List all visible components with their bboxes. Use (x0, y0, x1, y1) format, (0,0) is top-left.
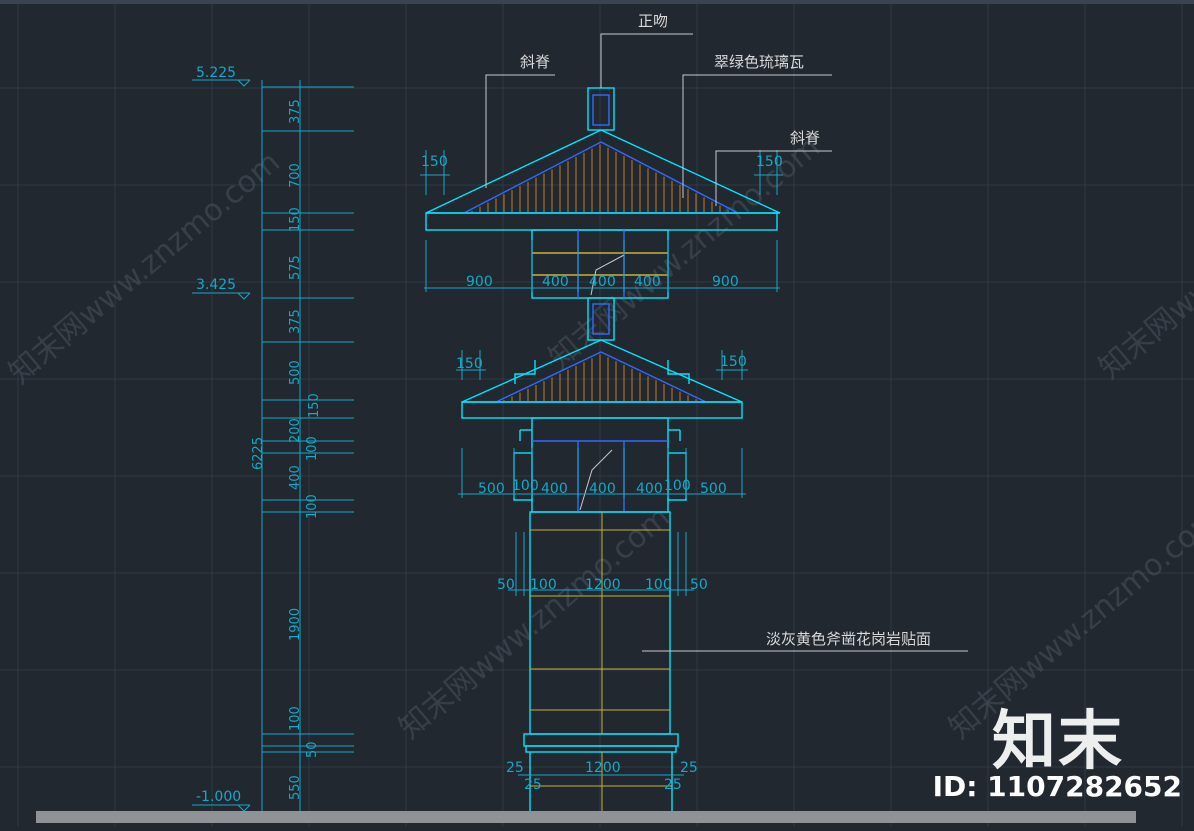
horizontal-scrollbar[interactable] (36, 811, 1136, 823)
hdim-mroof-0: 150 (456, 356, 483, 372)
vdim-7: 200 (288, 418, 303, 443)
watermark-diagonal-2: 知末网www.znzmo.com (393, 500, 677, 746)
hdim-base-1: 1200 (585, 760, 621, 776)
vdim-6: 150 (307, 393, 322, 418)
annotation-hip-left: 斜脊 (520, 53, 550, 71)
vdim-4: 375 (288, 309, 303, 334)
hdim-base-0: 25 (506, 760, 524, 776)
watermark-diagonal-1: 知末网www.znzmo.com (3, 145, 287, 391)
hdim-mid-0: 500 (478, 481, 505, 497)
hdim-mid-1: 100 (512, 478, 539, 494)
vdim-0: 375 (288, 99, 303, 124)
hdim-mid-4: 400 (636, 481, 663, 497)
hdim-base-2: 25 (680, 760, 698, 776)
vdim-5: 500 (288, 360, 303, 385)
finial-top (587, 87, 615, 131)
hdim-basesub-1: 25 (664, 777, 682, 793)
hdim-upper-0: 900 (466, 274, 493, 290)
cad-canvas[interactable]: 知末网www.znzmo.com 知末网www.znzmo.com 知末网www… (0, 0, 1194, 827)
elevation-middle: 3.425 (196, 277, 236, 293)
elevation-top: 5.225 (196, 65, 236, 81)
annotation-tile-note: 翠绿色琉璃瓦 (714, 53, 804, 71)
hdim-mid-2: 400 (541, 481, 568, 497)
annotation-hip-right: 斜脊 (790, 129, 820, 147)
upper-roof-tiles (471, 144, 737, 214)
annotation-cladding: 淡灰黄色斧凿花岗岩贴面 (766, 630, 931, 648)
watermark-diagonal-5: 知末网www.znzmo.com (1093, 140, 1194, 386)
hdim-uroof-1: 150 (756, 154, 783, 170)
vdim-3: 575 (288, 255, 303, 280)
hdim-shaft-4: 50 (690, 577, 708, 593)
hdim-mroof-1: 150 (720, 354, 747, 370)
top-border (0, 0, 1194, 4)
vdim-12: 100 (288, 706, 303, 731)
vdim-9: 400 (288, 465, 303, 490)
dim-total: 6225 (251, 437, 266, 470)
vdim-2: 150 (288, 207, 303, 232)
vdim-8: 100 (305, 436, 320, 461)
vdim-13: 50 (305, 741, 320, 758)
vdim-11: 1900 (288, 608, 303, 641)
hdim-mid-5: 100 (664, 478, 691, 494)
hdim-mid-6: 500 (700, 481, 727, 497)
diagonal-watermarks: 知末网www.znzmo.com 知末网www.znzmo.com 知末网www… (3, 130, 1194, 746)
vdim-1: 700 (288, 163, 303, 188)
hdim-shaft-2: 1200 (585, 577, 621, 593)
hdim-upper-1: 400 (542, 274, 569, 290)
hdim-upper-4: 900 (712, 274, 739, 290)
vdim-10: 100 (305, 494, 320, 519)
hdim-uroof-0: 150 (421, 154, 448, 170)
hdim-upper-2: 400 (589, 274, 616, 290)
hdim-mid-3: 400 (589, 481, 616, 497)
hdim-shaft-0: 50 (497, 577, 515, 593)
hdim-shaft-3: 100 (645, 577, 672, 593)
watermark-id: ID: 1107282652 (932, 770, 1182, 803)
vdim-14: 550 (288, 775, 303, 800)
annotation-ridge-top: 正吻 (638, 12, 668, 30)
hdim-upper-3: 400 (634, 274, 661, 290)
watermark-brand: 知末 (992, 705, 1124, 779)
hdim-shaft-1: 100 (530, 577, 557, 593)
elevation-bottom: -1.000 (196, 789, 241, 805)
hdim-basesub-0: 25 (524, 777, 542, 793)
